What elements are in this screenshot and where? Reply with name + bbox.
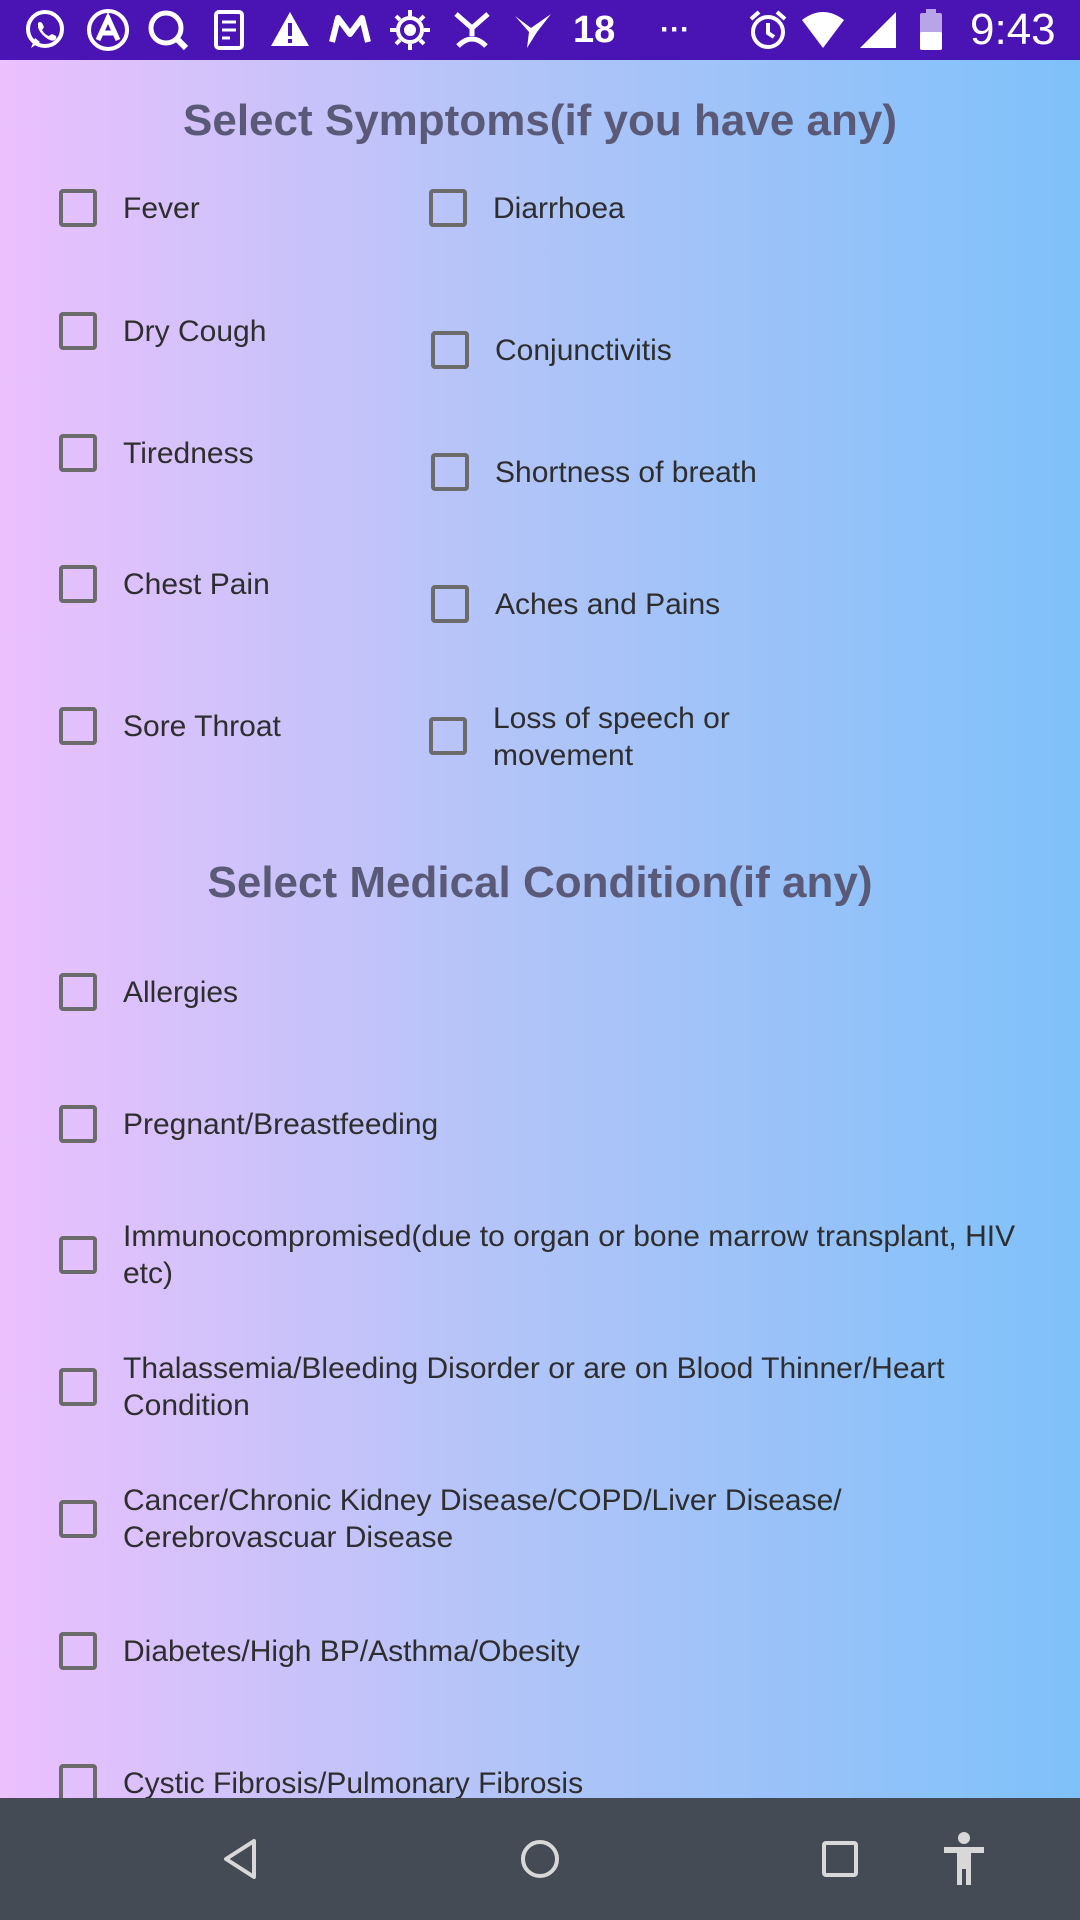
recents-button[interactable] [780,1798,900,1920]
symptom-label: Conjunctivitis [495,334,672,367]
status-bar: 18 ··· 9:43 [0,0,1080,60]
symptom-label: Shortness of breath [495,456,757,489]
checkbox-tiredness[interactable] [59,434,97,472]
condition-label: Cancer/Chronic Kidney Disease/COPD/Liver… [123,1484,842,1554]
main-content[interactable]: Select Symptoms(if you have any) Fever D… [0,60,1080,1798]
battery-icon [906,0,956,60]
checkbox-cancer[interactable] [59,1500,97,1538]
symptoms-title: Select Symptoms(if you have any) [183,96,897,145]
condition-label: Diabetes/High BP/Asthma/Obesity [123,1635,580,1668]
accessibility-icon [944,1832,984,1885]
symptom-label: Fever [123,192,200,225]
checkbox-diabetes[interactable] [59,1632,97,1670]
sun-icon [385,0,435,60]
document-scanner-icon [205,0,255,60]
accessibility-button[interactable] [904,1798,1024,1920]
checkbox-diarrhoea[interactable] [429,189,467,227]
clock: 9:43 [970,5,1056,54]
signal-icon [853,0,903,60]
condition-label: Allergies [123,976,239,1009]
checkbox-shortness-of-breath[interactable] [431,453,469,491]
checkbox-immunocompromised[interactable] [59,1236,97,1274]
symptom-label: Chest Pain [123,568,270,601]
symptom-label: Diarrhoea [493,192,625,225]
checkbox-dry-cough[interactable] [59,312,97,350]
checkbox-allergies[interactable] [59,973,97,1011]
checkbox-loss-of-speech[interactable] [429,717,467,755]
wifi-icon [798,0,848,60]
recents-icon [822,1841,858,1877]
checkbox-conjunctivitis[interactable] [431,331,469,369]
back-icon [224,1839,256,1879]
checkbox-cystic-fibrosis[interactable] [59,1764,97,1798]
condition-label: Thalassemia/Bleeding Disorder or are on … [123,1352,945,1422]
checkbox-aches-and-pains[interactable] [431,585,469,623]
symptom-label: Tiredness [123,437,254,470]
conditions-title: Select Medical Condition(if any) [207,858,873,907]
home-button[interactable] [480,1798,600,1920]
symptom-label: Aches and Pains [495,588,721,621]
checkbox-fever[interactable] [59,189,97,227]
whatsapp-icon [20,0,70,60]
symptom-label: Loss of speech or movement [493,702,730,772]
home-icon [521,1840,559,1878]
navigation-bar [0,1798,1080,1920]
condition-label: Cystic Fibrosis/Pulmonary Fibrosis [123,1767,584,1798]
gmail-icon [325,0,375,60]
condition-label: Pregnant/Breastfeeding [123,1108,439,1141]
condition-label: Immunocompromised(due to organ or bone m… [123,1220,1016,1290]
alarm-icon [743,0,793,60]
overflow-dots: ··· [660,13,690,46]
back-button[interactable] [180,1798,300,1920]
search-app-icon [143,0,193,60]
checkbox-chest-pain[interactable] [59,565,97,603]
checkbox-sore-throat[interactable] [59,707,97,745]
notification-count: 18 [573,8,616,51]
fork-icon [447,0,497,60]
autocad-icon [83,0,133,60]
checkbox-thalassemia[interactable] [59,1368,97,1406]
warning-icon [265,0,315,60]
symptom-label: Dry Cough [123,315,267,348]
vayu-icon [508,0,558,60]
checkbox-pregnant[interactable] [59,1105,97,1143]
symptom-label: Sore Throat [123,710,281,743]
